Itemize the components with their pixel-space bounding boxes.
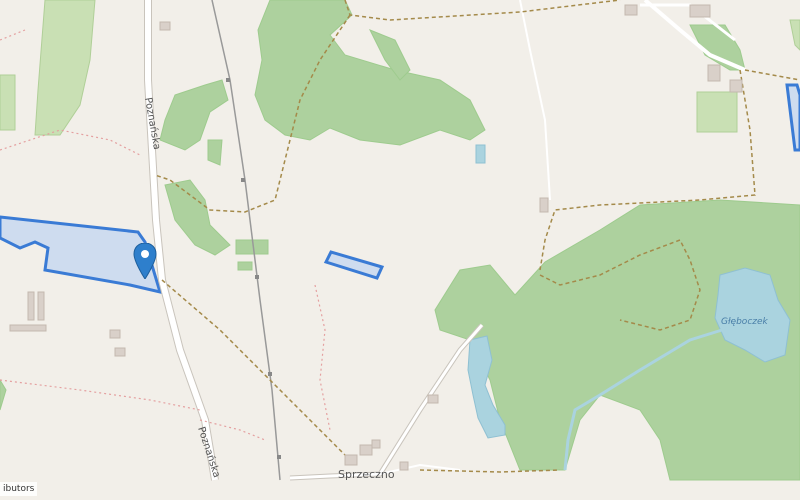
building-5 <box>109 329 121 339</box>
pond-small <box>475 144 486 164</box>
map-marker-icon <box>133 243 157 279</box>
location-marker[interactable] <box>133 243 157 279</box>
map-attribution[interactable]: ibutors <box>0 482 38 496</box>
water-label-lake: Głęboczek <box>721 317 769 327</box>
building-1 <box>27 291 35 321</box>
building-3 <box>9 324 47 332</box>
building-12 <box>624 4 638 16</box>
building-14 <box>707 64 721 82</box>
building-11 <box>344 454 358 466</box>
farmland-east-1 <box>696 91 738 133</box>
map-canvas[interactable]: Poznańska Poznańska Sprzeczno Głęboczek <box>0 0 800 500</box>
building-16 <box>399 461 409 471</box>
rail-marker-1 <box>226 78 230 82</box>
forest-patch-1 <box>235 239 269 255</box>
rail-marker-2 <box>241 178 245 182</box>
building-4 <box>159 21 171 31</box>
building-9 <box>359 444 373 456</box>
rail-marker-3 <box>255 275 259 279</box>
building-6 <box>114 347 126 357</box>
farmland-strip-2 <box>0 74 16 131</box>
building-8 <box>427 394 439 404</box>
building-10 <box>371 439 381 449</box>
rail-marker-5 <box>277 455 281 459</box>
forest-patch-2 <box>237 261 253 271</box>
forest-small-west-2 <box>207 139 223 166</box>
building-13 <box>689 4 711 18</box>
rail-marker-4 <box>268 372 272 376</box>
building-7 <box>539 197 549 213</box>
building-15 <box>729 79 743 93</box>
place-label-village: Sprzeczno <box>338 468 395 481</box>
map-view[interactable]: Poznańska Poznańska Sprzeczno Głęboczek … <box>0 0 800 500</box>
building-2 <box>37 291 45 321</box>
